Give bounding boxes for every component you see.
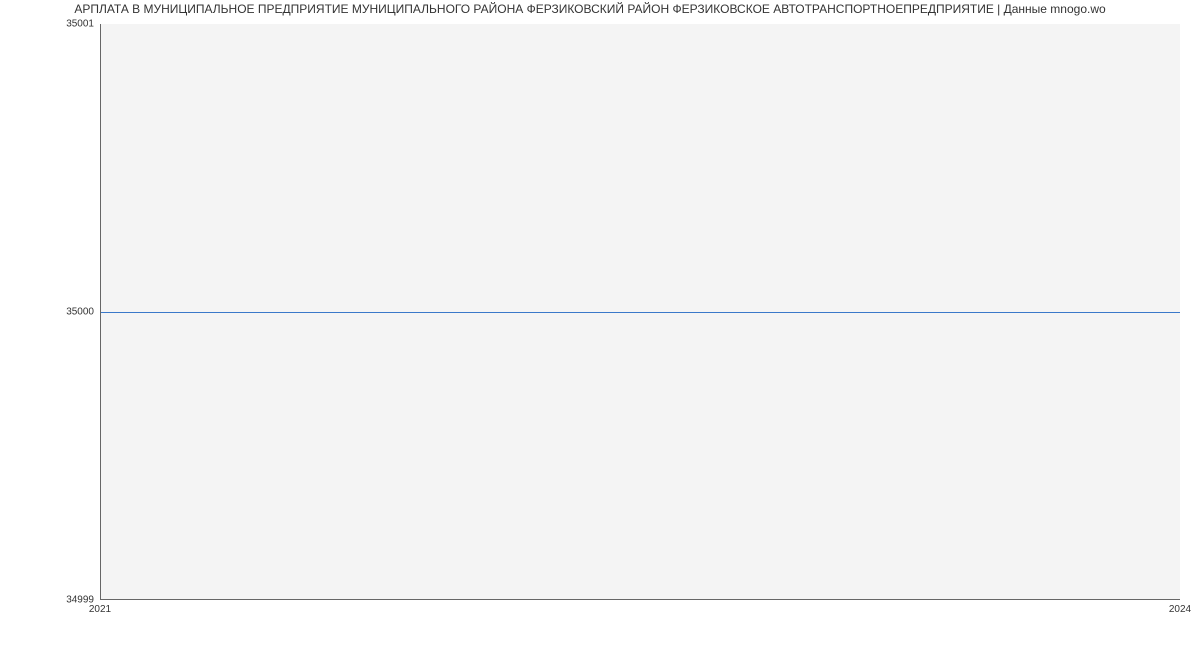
plot-area bbox=[100, 24, 1180, 600]
series-line bbox=[101, 312, 1180, 313]
xtick-left: 2021 bbox=[89, 604, 111, 615]
chart-title: АРПЛАТА В МУНИЦИПАЛЬНОЕ ПРЕДПРИЯТИЕ МУНИ… bbox=[0, 0, 1190, 16]
chart-area: 35001 35000 34999 2021 2024 bbox=[100, 24, 1180, 600]
ytick-mid: 35000 bbox=[66, 307, 94, 318]
xtick-right: 2024 bbox=[1169, 604, 1191, 615]
ytick-top: 35001 bbox=[66, 19, 94, 30]
